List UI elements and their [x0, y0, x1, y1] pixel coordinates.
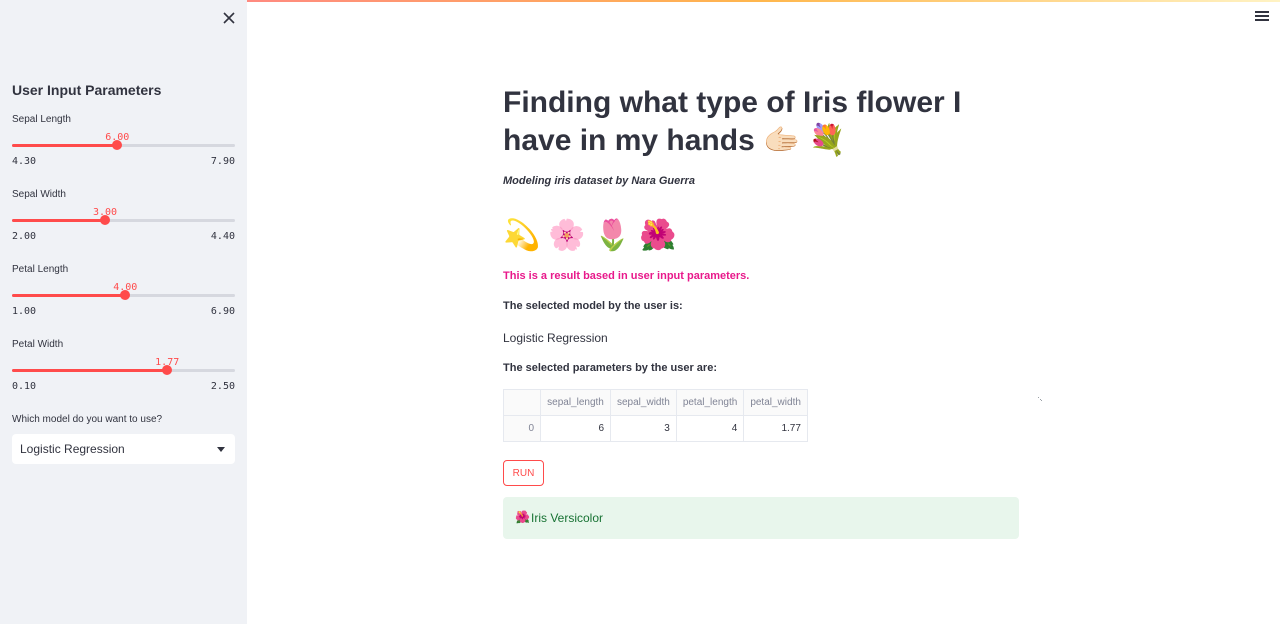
model-label: The selected model by the user is: [503, 300, 683, 312]
slider-min: 1.00 [12, 306, 37, 317]
slider-max: 6.90 [210, 306, 235, 317]
dizzy-icon: 💫 [503, 219, 543, 252]
slider-max: 7.90 [210, 156, 235, 167]
flower-emoji-row: 💫 🌸 🌷 🌺 [503, 218, 679, 254]
slider-track[interactable] [12, 215, 235, 225]
slider-track[interactable] [12, 290, 235, 300]
slider-sepal-length: Sepal Length 6.00 4.30 7.90 [12, 114, 235, 174]
loading-indicator [1038, 397, 1042, 401]
model-select-value: Logistic Regression [20, 442, 125, 456]
slider-thumb[interactable] [99, 215, 110, 225]
result-text: This is a result based in user input par… [503, 270, 750, 282]
header-decoration-line [247, 0, 1280, 2]
slider-track[interactable] [12, 365, 235, 375]
run-button[interactable]: RUN [503, 460, 544, 486]
slider-max: 4.40 [210, 231, 235, 242]
slider-thumb[interactable] [112, 140, 123, 150]
slider-thumb[interactable] [120, 290, 131, 300]
model-value: Logistic Regression [503, 331, 608, 345]
prediction-alert: 🌺 Iris Versicolor [503, 497, 1019, 539]
table-row: 0 6 3 4 1.77 [503, 415, 808, 442]
close-sidebar-icon[interactable] [219, 8, 239, 28]
slider-label: Sepal Width [12, 189, 66, 200]
slider-thumb[interactable] [162, 365, 173, 375]
slider-max: 2.50 [210, 381, 235, 392]
row-index: 0 [503, 415, 541, 442]
table-cell: 6 [540, 415, 611, 442]
chevron-down-icon [217, 447, 225, 452]
column-header[interactable]: sepal_width [610, 389, 677, 416]
sidebar: User Input Parameters Sepal Length 6.00 … [0, 0, 247, 624]
column-header[interactable]: sepal_length [540, 389, 611, 416]
slider-label: Petal Length [12, 264, 69, 275]
table-header-row: sepal_length sepal_width petal_length pe… [503, 389, 808, 416]
slider-label: Petal Width [12, 339, 64, 350]
hibiscus-icon: 🌺 [639, 219, 679, 252]
slider-sepal-width: Sepal Width 3.00 2.00 4.40 [12, 189, 235, 249]
hibiscus-icon: 🌺 [515, 510, 530, 524]
slider-track[interactable] [12, 140, 235, 150]
params-label: The selected parameters by the user are: [503, 362, 717, 374]
hamburger-menu-icon[interactable] [1255, 11, 1269, 23]
sidebar-title: User Input Parameters [12, 82, 162, 98]
slider-min: 4.30 [12, 156, 37, 167]
slider-fill [12, 144, 118, 147]
slider-fill [12, 219, 105, 222]
column-header[interactable]: petal_width [743, 389, 808, 416]
table-cell: 1.77 [743, 415, 808, 442]
cherry-blossom-icon: 🌸 [548, 219, 588, 252]
slider-min: 2.00 [12, 231, 37, 242]
table-cell: 4 [675, 415, 745, 442]
slider-petal-width: Petal Width 1.77 0.10 2.50 [12, 339, 235, 399]
model-select[interactable]: Logistic Regression [12, 434, 235, 464]
table-cell: 3 [610, 415, 677, 442]
slider-min: 0.10 [12, 381, 37, 392]
subtitle: Modeling iris dataset by Nara Guerra [503, 175, 695, 187]
slider-fill [12, 369, 168, 372]
slider-petal-length: Petal Length 4.00 1.00 6.90 [12, 264, 235, 324]
model-select-label: Which model do you want to use? [12, 414, 163, 425]
tulip-icon: 🌷 [593, 219, 634, 252]
prediction-text: Iris Versicolor [531, 511, 604, 525]
column-header[interactable]: petal_length [675, 389, 745, 416]
page-title: Finding what type of Iris flower I have … [503, 86, 962, 157]
column-header[interactable] [503, 389, 541, 416]
parameters-table[interactable]: sepal_length sepal_width petal_length pe… [503, 389, 808, 442]
slider-fill [12, 294, 126, 297]
slider-label: Sepal Length [12, 114, 71, 125]
